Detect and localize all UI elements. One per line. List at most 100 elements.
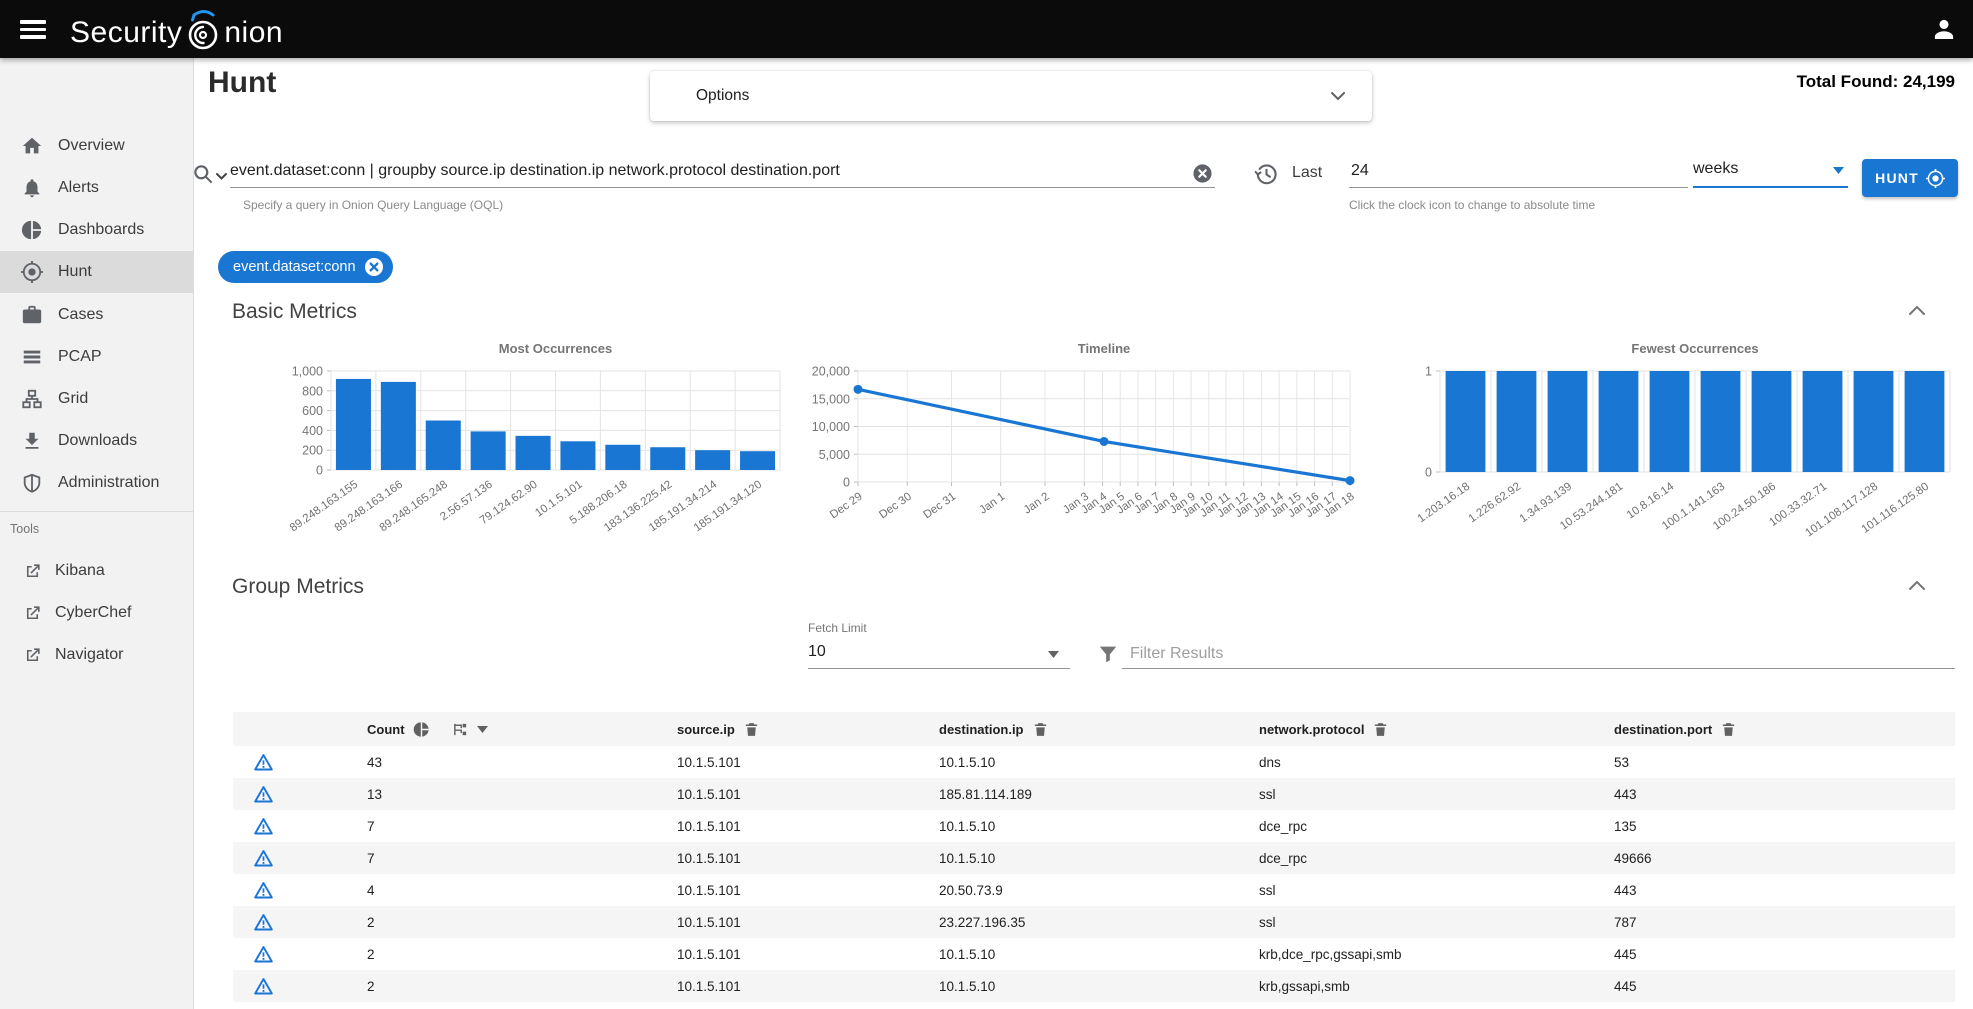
bar-10.1.5.101[interactable] (560, 441, 595, 470)
filter-chip[interactable]: event.dataset:conn (218, 251, 393, 283)
history-clock-icon[interactable] (1254, 162, 1279, 187)
bar-5.188.206.18[interactable] (605, 445, 640, 470)
table-row[interactable]: 1310.1.5.101185.81.114.189ssl443 (233, 778, 1955, 810)
warning-icon[interactable] (253, 752, 274, 773)
menu-icon[interactable] (20, 16, 46, 42)
bar-101.108.117.128[interactable] (1854, 371, 1894, 472)
options-panel[interactable]: Options (650, 71, 1372, 121)
sidebar-item-hunt[interactable]: Hunt (0, 251, 193, 293)
warning-icon[interactable] (253, 976, 274, 997)
svg-text:400: 400 (302, 424, 323, 438)
table-row[interactable]: 410.1.5.10120.50.73.9ssl443 (233, 874, 1955, 906)
trash-icon[interactable] (743, 721, 760, 738)
chart-title: Fewest Occurrences (1440, 340, 1950, 362)
bar-2.56.57.136[interactable] (471, 431, 506, 470)
sidebar-item-pcap[interactable]: PCAP (0, 336, 193, 378)
hunt-button[interactable]: HUNT (1862, 159, 1958, 197)
bar-1.34.93.139[interactable] (1548, 371, 1588, 472)
pie-chart-icon[interactable] (413, 721, 430, 738)
chart-most-occurrences[interactable]: Most Occurrences02004006008001,00089.248… (233, 340, 807, 580)
sidebar-item-navigator[interactable]: Navigator (0, 634, 193, 676)
bar-10.8.16.14[interactable] (1650, 371, 1690, 472)
row-flag-cell (233, 816, 365, 837)
account-icon[interactable] (1931, 16, 1957, 42)
external-link-icon (23, 646, 42, 665)
svg-text:Dec 29: Dec 29 (828, 491, 865, 522)
table-row[interactable]: 210.1.5.10110.1.5.10krb,dce_rpc,gssapi,s… (233, 938, 1955, 970)
sidebar-item-grid[interactable]: Grid (0, 378, 193, 420)
warning-icon[interactable] (253, 912, 274, 933)
bar-89.248.163.155[interactable] (336, 379, 371, 470)
bar-89.248.165.248[interactable] (426, 421, 461, 471)
caret-down-icon[interactable] (1048, 651, 1059, 658)
top-bar: Security nion (0, 0, 1973, 58)
fetch-limit-select[interactable]: 10 (808, 643, 826, 661)
table-cell: ssl (1257, 915, 1612, 930)
sidebar-item-dashboards[interactable]: Dashboards (0, 209, 193, 251)
bar-185.191.34.120[interactable] (740, 451, 775, 470)
chip-close-icon[interactable] (364, 257, 384, 277)
warning-icon[interactable] (253, 944, 274, 965)
table-cell: 10.1.5.101 (675, 979, 937, 994)
query-input[interactable] (230, 158, 1215, 188)
column-header-label: source.ip (677, 722, 735, 737)
clear-query-icon[interactable] (1192, 163, 1213, 184)
warning-icon[interactable] (253, 784, 274, 805)
filter-chip-label: event.dataset:conn (233, 259, 356, 275)
duration-input[interactable] (1349, 158, 1688, 188)
collapse-group-metrics-icon[interactable] (1908, 580, 1926, 591)
chart-timeline[interactable]: Timeline05,00010,00015,00020,000Dec 29De… (807, 340, 1381, 580)
bar-100.33.32.71[interactable] (1803, 371, 1843, 472)
bar-89.248.163.166[interactable] (381, 382, 416, 470)
warning-icon[interactable] (253, 848, 274, 869)
table-cell: 787 (1612, 915, 1955, 930)
table-cell: ssl (1257, 787, 1612, 802)
sidebar-item-label: Administration (58, 474, 159, 492)
warning-icon[interactable] (253, 816, 274, 837)
bar-1.226.62.92[interactable] (1497, 371, 1537, 472)
table-row[interactable]: 710.1.5.10110.1.5.10dce_rpc49666 (233, 842, 1955, 874)
table-header-row: Countsource.ipdestination.ipnetwork.prot… (233, 712, 1955, 746)
table-row[interactable]: 210.1.5.10110.1.5.10krb,gssapi,smb445 (233, 970, 1955, 1002)
chart-fewest-occurrences[interactable]: Fewest Occurrences011.203.16.181.226.62.… (1381, 340, 1955, 580)
query-hint: Specify a query in Onion Query Language … (243, 198, 503, 212)
caret-down-icon[interactable] (477, 726, 488, 733)
chart-canvas: 02004006008001,00089.248.163.15589.248.1… (233, 362, 807, 574)
data-point-Dec 29[interactable] (854, 385, 863, 394)
table-row[interactable]: 710.1.5.10110.1.5.10dce_rpc135 (233, 810, 1955, 842)
table-row[interactable]: 4310.1.5.10110.1.5.10dns53 (233, 746, 1955, 778)
bar-100.24.50.186[interactable] (1752, 371, 1792, 472)
sidebar-item-kibana[interactable]: Kibana (0, 550, 193, 592)
sidebar-item-cyberchef[interactable]: CyberChef (0, 592, 193, 634)
duration-unit-select[interactable]: weeks (1693, 158, 1848, 188)
collapse-basic-metrics-icon[interactable] (1908, 305, 1926, 316)
bar-1.203.16.18[interactable] (1446, 371, 1486, 472)
sidebar-item-alerts[interactable]: Alerts (0, 167, 193, 209)
sidebar-item-administration[interactable]: Administration (0, 462, 193, 504)
table-cell: 7 (365, 819, 675, 834)
query-history-chevron-icon[interactable] (215, 172, 228, 181)
data-point-Jan 3[interactable] (1100, 437, 1109, 446)
bar-79.124.62.90[interactable] (516, 436, 551, 470)
trash-icon[interactable] (1032, 721, 1049, 738)
bar-183.136.225.42[interactable] (650, 447, 685, 470)
warning-icon[interactable] (253, 880, 274, 901)
column-header-destination.port: destination.port (1612, 721, 1955, 738)
bar-185.191.34.214[interactable] (695, 450, 730, 470)
bar-10.53.244.181[interactable] (1599, 371, 1639, 472)
sankey-icon[interactable] (452, 721, 469, 738)
sidebar-item-overview[interactable]: Overview (0, 125, 193, 167)
bar-101.116.125.80[interactable] (1905, 371, 1945, 472)
sidebar-item-downloads[interactable]: Downloads (0, 420, 193, 462)
svg-text:Jan 1: Jan 1 (977, 491, 1007, 517)
table-cell: 443 (1612, 787, 1955, 802)
sidebar-item-cases[interactable]: Cases (0, 294, 193, 336)
filter-results-input[interactable] (1128, 640, 1959, 668)
total-found-value: 24,199 (1903, 72, 1955, 91)
trash-icon[interactable] (1372, 721, 1389, 738)
table-row[interactable]: 210.1.5.10123.227.196.35ssl787 (233, 906, 1955, 938)
table-cell: krb,dce_rpc,gssapi,smb (1257, 947, 1612, 962)
trash-icon[interactable] (1720, 721, 1737, 738)
bar-100.1.141.163[interactable] (1701, 371, 1741, 472)
data-point-Jan 18[interactable] (1346, 476, 1355, 485)
